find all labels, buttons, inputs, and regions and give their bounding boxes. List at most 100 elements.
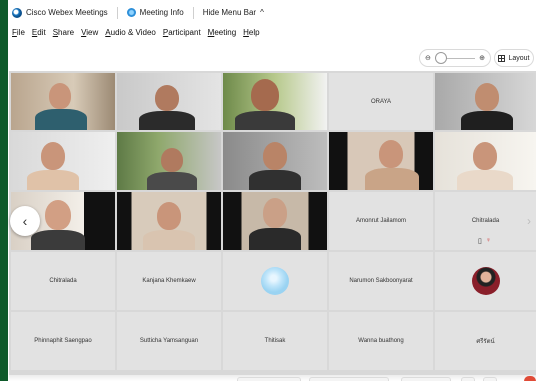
webex-window: Cisco Webex Meetings Meeting Info Hide M… — [8, 0, 536, 381]
participant-video[interactable] — [11, 73, 115, 130]
layout-label: Layout — [508, 54, 530, 62]
participant-body — [143, 230, 195, 250]
grid-icon — [498, 54, 506, 62]
participant-name: Amonrut Jailamom — [355, 218, 406, 224]
menu-audio-video[interactable]: Audio & Video — [105, 28, 156, 37]
zoom-slider[interactable]: ⊖ ⊕ — [419, 49, 491, 67]
participant-video[interactable] — [223, 73, 327, 130]
chevron-right-icon: › — [527, 214, 531, 228]
participant-tile-wanna[interactable]: Wanna buathong — [329, 312, 433, 370]
menu-file[interactable]: File — [12, 28, 25, 37]
participant-name: Sutticha Yamsanguan — [139, 338, 199, 344]
participant-head — [473, 142, 497, 170]
participant-body — [31, 230, 85, 250]
avatar — [471, 267, 500, 295]
participant-tile-thai[interactable]: ศรีรัตน์ — [435, 312, 536, 370]
control-button[interactable] — [237, 377, 301, 381]
video-grid: ORAYA Amonrut Jailamom Chitralada ▯ ♀ Ch… — [9, 71, 536, 381]
participant-name: ศรีรัตน์ — [476, 339, 495, 345]
control-button[interactable] — [461, 377, 475, 381]
participant-head — [379, 140, 403, 168]
participant-head — [155, 85, 179, 111]
participant-name: Chitralada — [471, 218, 500, 224]
app-title: Cisco Webex Meetings — [26, 8, 108, 17]
participant-head — [263, 198, 287, 228]
layout-button[interactable]: Layout — [494, 49, 534, 67]
menu-view[interactable]: View — [81, 28, 98, 37]
participant-head — [251, 79, 279, 111]
avatar — [261, 267, 289, 295]
participant-video[interactable] — [117, 73, 221, 130]
next-page-button[interactable]: › — [522, 208, 536, 234]
title-separator — [192, 6, 194, 19]
participant-name: Kanjana Khemkaew — [142, 278, 196, 284]
participant-tile-chitralada-2[interactable]: Chitralada — [11, 252, 115, 310]
participant-tile-photo[interactable] — [435, 252, 536, 310]
control-button[interactable] — [483, 377, 497, 381]
participant-head — [41, 142, 65, 170]
participant-body — [35, 109, 87, 130]
hide-menu-bar-label: Hide Menu Bar — [202, 8, 257, 17]
title-bar: Cisco Webex Meetings Meeting Info Hide M… — [8, 0, 536, 25]
participant-tile-sutticha[interactable]: Sutticha Yamsanguan — [117, 312, 221, 370]
participant-head — [157, 202, 181, 230]
participant-body — [461, 111, 513, 130]
participant-tile-chitralada-1[interactable]: Chitralada ▯ ♀ — [435, 192, 536, 250]
chevron-left-icon: ‹ — [22, 213, 28, 229]
participant-body — [457, 170, 513, 190]
participant-tile-oraya[interactable]: ORAYA — [329, 73, 433, 130]
control-button[interactable] — [309, 377, 389, 381]
participant-body — [139, 111, 195, 130]
zoom-thumb[interactable] — [434, 51, 447, 64]
zoom-in-icon[interactable]: ⊕ — [479, 54, 485, 62]
zoom-track[interactable] — [434, 51, 476, 64]
participant-head — [263, 142, 287, 170]
menu-bar: File Edit Share View Audio & Video Parti… — [8, 25, 536, 39]
participant-head — [161, 148, 183, 172]
control-button[interactable] — [401, 377, 451, 381]
hide-menu-bar-button[interactable]: Hide Menu Bar ^ — [203, 8, 264, 17]
participant-tile-thitisak[interactable]: Thitisak — [223, 312, 327, 370]
participant-video[interactable] — [11, 132, 115, 190]
participant-body — [249, 228, 301, 250]
participant-name: Phinnaphit Saengpao — [34, 338, 92, 344]
participant-name: Thitisak — [264, 338, 286, 344]
participant-name: ORAYA — [370, 98, 392, 105]
participant-tile-kanjana[interactable]: Kanjana Khemkaew — [117, 252, 221, 310]
menu-edit[interactable]: Edit — [32, 28, 46, 37]
phone-icon: ▯ — [478, 238, 482, 245]
participant-tile-amonrut[interactable]: Amonrut Jailamom — [329, 192, 433, 250]
participant-body — [147, 172, 197, 190]
participant-head — [475, 83, 499, 111]
participant-body — [365, 168, 419, 190]
participant-video[interactable] — [117, 192, 221, 250]
participant-head — [45, 200, 71, 230]
participant-video[interactable] — [435, 73, 536, 130]
menu-participant[interactable]: Participant — [163, 28, 201, 37]
participant-video[interactable] — [435, 132, 536, 190]
meeting-info-label: Meeting Info — [139, 8, 184, 17]
participant-video[interactable] — [329, 132, 433, 190]
participant-tile-phinnaphit[interactable]: Phinnaphit Saengpao — [11, 312, 115, 370]
participant-video[interactable] — [223, 132, 327, 190]
participant-status: ▯ ♀ — [478, 237, 491, 245]
app-title-group[interactable]: Cisco Webex Meetings — [12, 7, 108, 18]
participant-name: Chitralada — [49, 278, 77, 284]
participant-tile-narumon[interactable]: Narumon Sakboonyarat — [329, 252, 433, 310]
participant-tile-avatar[interactable] — [223, 252, 327, 310]
participant-body — [235, 111, 295, 130]
menu-meeting[interactable]: Meeting — [208, 28, 236, 37]
zoom-out-icon[interactable]: ⊖ — [425, 54, 431, 62]
menu-help[interactable]: Help — [243, 28, 259, 37]
participant-head — [49, 83, 71, 109]
participant-body — [27, 170, 79, 190]
participant-video[interactable] — [223, 192, 327, 250]
participant-name: Narumon Sakboonyarat — [349, 278, 413, 284]
mute-icon: ♀ — [485, 237, 492, 244]
end-meeting-button[interactable] — [524, 376, 536, 381]
menu-share[interactable]: Share — [53, 28, 74, 37]
participant-video[interactable] — [117, 132, 221, 190]
previous-page-button[interactable]: ‹ — [10, 206, 40, 236]
title-separator — [116, 6, 118, 19]
meeting-info-button[interactable]: Meeting Info — [126, 8, 184, 17]
